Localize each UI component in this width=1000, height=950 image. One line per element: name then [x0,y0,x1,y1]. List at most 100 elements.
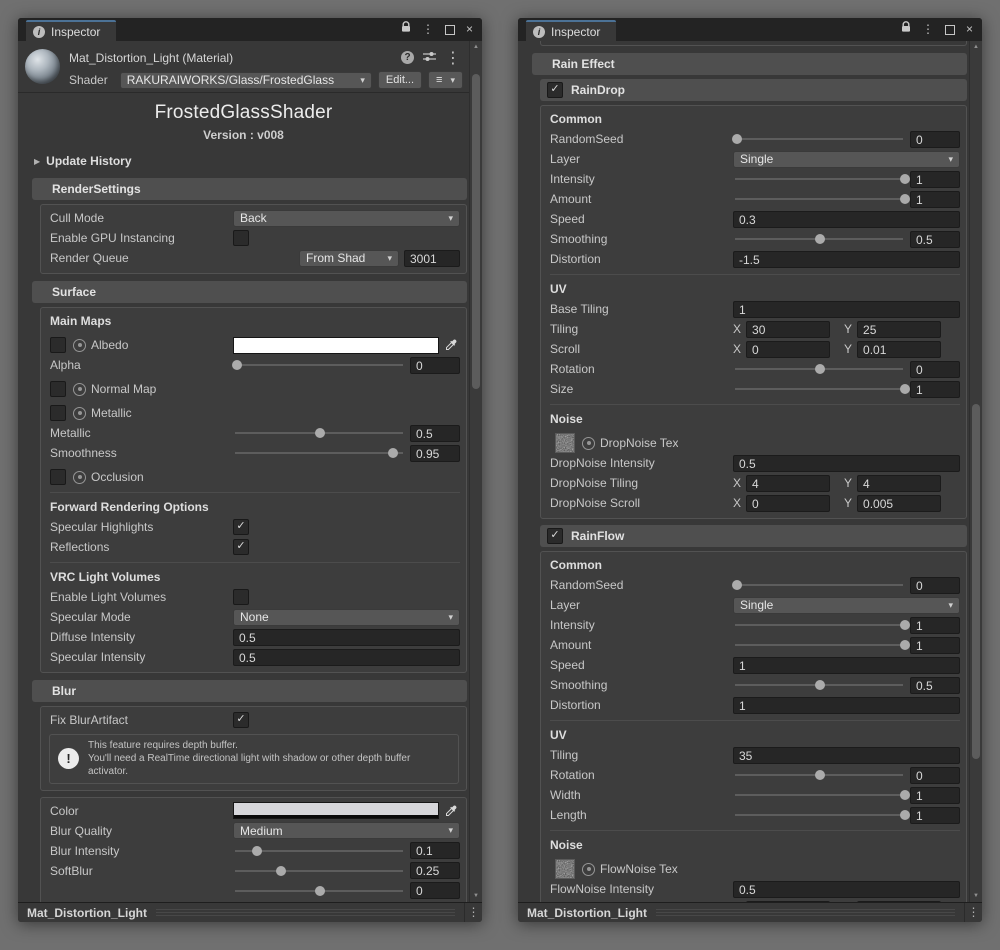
maximize-icon[interactable] [444,24,455,35]
smoothing-value-field[interactable]: 0.5 [910,230,960,248]
slider-handle[interactable] [900,620,911,630]
texture-target-icon[interactable] [73,406,86,420]
albedo-color-swatch[interactable] [233,336,439,354]
smoothness-value-field[interactable]: 0.95 [410,444,460,462]
slider-handle[interactable] [900,790,911,800]
distortion-field[interactable]: -1.5 [733,250,960,268]
row-value-field[interactable]: 0 [410,882,460,900]
slider-handle[interactable] [315,428,326,438]
scrollbar[interactable]: ▲ ▼ [969,41,982,902]
dropnoise-tiling-y-field[interactable]: 4 [857,474,942,492]
reflections-checkbox[interactable]: ✓ [233,539,249,555]
amount-slider[interactable] [733,189,911,209]
texture-target-icon[interactable] [582,862,595,876]
slider-handle[interactable] [900,640,911,650]
eyedropper-icon[interactable] [442,802,460,819]
color-color-swatch[interactable] [233,802,439,820]
slider-handle[interactable] [900,194,911,204]
render-queue-dropdown[interactable]: From Shad ▾ [299,249,399,267]
randomseed-slider[interactable] [731,129,905,149]
slider-handle[interactable] [315,885,326,896]
material-preview-sphere[interactable] [25,49,60,84]
window-menu-icon[interactable]: ⋮ [422,18,434,41]
close-icon[interactable]: × [466,18,473,41]
randomseed-value-field[interactable]: 0 [910,576,960,594]
tiling-field[interactable]: 35 [733,746,960,764]
scrollbar-thumb[interactable] [472,74,480,389]
slider-handle[interactable] [731,580,742,590]
alpha-slider[interactable] [231,355,405,375]
scroll-y-field[interactable]: 0.01 [857,340,942,358]
context-menu-icon[interactable]: ⋮ [445,48,461,68]
metallic-toggle[interactable] [50,405,66,421]
metallic-value-field[interactable]: 0.5 [410,424,460,442]
intensity-slider[interactable] [733,615,911,635]
layer-dropdown[interactable]: Single ▾ [733,596,960,614]
intensity-value-field[interactable]: 1 [910,616,960,634]
rotation-value-field[interactable]: 0 [910,360,960,378]
slider-handle[interactable] [815,680,826,690]
smoothing-slider[interactable] [733,675,905,695]
texture-target-icon[interactable] [582,436,595,450]
edit-shader-button[interactable]: Edit... [377,71,423,89]
randomseed-value-field[interactable]: 0 [910,130,960,148]
rotation-slider[interactable] [733,765,905,785]
enable-light-volumes-checkbox[interactable] [233,589,249,605]
presets-icon[interactable] [423,49,436,67]
intensity-value-field[interactable]: 1 [910,170,960,188]
dropnoise-scroll-x-field[interactable]: 0 [746,494,831,512]
slider-handle[interactable] [900,174,911,184]
section-header-blur[interactable]: Blur [32,680,467,702]
scrollbar[interactable]: ▲ ▼ [469,41,482,902]
scroll-down-icon[interactable]: ▼ [970,893,982,899]
status-grip[interactable] [156,909,455,916]
slider-handle[interactable] [815,234,826,244]
specular-intensity-field[interactable]: 0.5 [233,648,460,666]
size-value-field[interactable]: 1 [910,380,960,398]
rotation-slider[interactable] [733,359,905,379]
eyedropper-icon[interactable] [442,337,460,354]
rotation-value-field[interactable]: 0 [910,766,960,784]
status-menu-icon[interactable]: ⋮ [964,903,982,922]
fix-blurartifact-checkbox[interactable]: ✓ [233,712,249,728]
tiling-x-field[interactable]: 30 [746,320,831,338]
randomseed-slider[interactable] [731,575,905,595]
length-value-field[interactable]: 1 [910,806,960,824]
amount-slider[interactable] [733,635,911,655]
blur-intensity-slider[interactable] [233,841,405,861]
scroll-up-icon[interactable]: ▲ [970,44,982,50]
tab-inspector[interactable]: i Inspector [26,20,117,41]
texture-target-icon[interactable] [73,470,86,484]
enable-gpu-instancing-checkbox[interactable] [233,230,249,246]
normal-map-toggle[interactable] [50,381,66,397]
dropnoise-scroll-y-field[interactable]: 0.005 [857,494,942,512]
section-header-surface[interactable]: Surface [32,281,467,303]
slider-handle[interactable] [252,845,263,856]
albedo-toggle[interactable] [50,337,66,353]
scroll-x-field[interactable]: 0 [746,340,831,358]
smoothing-value-field[interactable]: 0.5 [910,676,960,694]
blur-intensity-value-field[interactable]: 0.1 [410,842,460,860]
speed-field[interactable]: 0.3 [733,210,960,228]
render-queue-field[interactable]: 3001 [404,249,460,267]
slider-handle[interactable] [231,360,242,370]
distortion-field[interactable]: 1 [733,696,960,714]
section-header-rendersettings[interactable]: RenderSettings [32,178,467,200]
smoothing-slider[interactable] [733,229,905,249]
shader-dropdown[interactable]: RAKURAIWORKS/Glass/FrostedGlass ▾ [119,71,372,89]
slider-handle[interactable] [900,810,911,820]
flownoise-intensity-field[interactable]: 0.5 [733,880,960,898]
dropnoise-intensity-field[interactable]: 0.5 [733,454,960,472]
tiling-y-field[interactable]: 25 [857,320,942,338]
slider-handle[interactable] [731,134,742,144]
width-value-field[interactable]: 1 [910,786,960,804]
scroll-down-icon[interactable]: ▼ [470,893,482,899]
amount-value-field[interactable]: 1 [910,636,960,654]
toggle-header-raindrop[interactable]: ✓ RainDrop [540,79,967,101]
window-menu-icon[interactable]: ⋮ [922,18,934,41]
speed-field[interactable]: 1 [733,656,960,674]
texture-target-icon[interactable] [73,382,86,396]
rainflow-enable-checkbox[interactable]: ✓ [547,528,563,544]
row-slider[interactable] [233,881,405,901]
size-slider[interactable] [733,379,911,399]
